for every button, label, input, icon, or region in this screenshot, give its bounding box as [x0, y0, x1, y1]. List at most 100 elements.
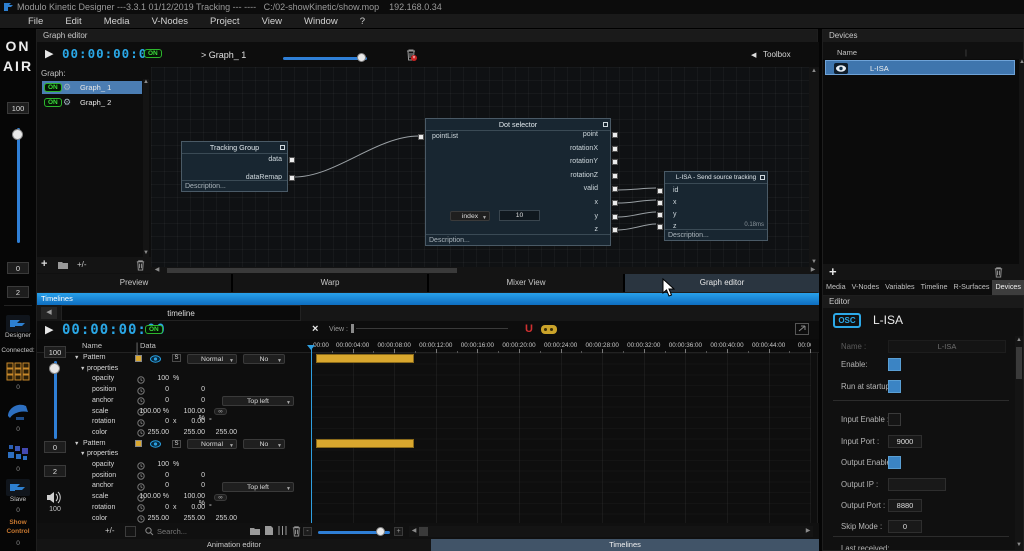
- graph-on-badge[interactable]: ON: [44, 98, 62, 107]
- output-port[interactable]: [612, 186, 618, 193]
- timeline-trash-icon[interactable]: [291, 525, 302, 537]
- visibility-eye-icon[interactable]: [834, 63, 848, 74]
- view-range-handle[interactable]: [351, 324, 354, 333]
- track-property-scale[interactable]: scale 100.00 % 100.00 % ∞: [73, 407, 311, 422]
- loop-toggle-icon[interactable]: [541, 325, 557, 334]
- track-value[interactable]: %: [173, 461, 179, 468]
- track-value[interactable]: 255.00: [177, 429, 205, 436]
- tab-devices[interactable]: Devices: [992, 280, 1024, 296]
- field-input[interactable]: 0: [888, 520, 922, 533]
- speaker-icon[interactable]: [46, 491, 62, 504]
- graph-list-item[interactable]: ON ⚙ Graph_ 1: [42, 81, 142, 94]
- tab-rsurfaces[interactable]: R-Surfaces: [951, 280, 993, 296]
- output-port[interactable]: [289, 157, 295, 163]
- tab-timeline[interactable]: Timeline: [918, 280, 951, 296]
- field-input[interactable]: L-ISA: [888, 340, 1006, 353]
- tab-mixer-view[interactable]: Mixer View: [429, 274, 623, 293]
- collapse-arrow-icon[interactable]: ▼: [80, 451, 85, 457]
- name-column-header[interactable]: Name: [837, 48, 857, 57]
- track-property-rotation[interactable]: rotation 0 x 0.00 °: [73, 417, 311, 428]
- node-canvas[interactable]: Tracking Group data dataRemap Descriptio…: [151, 67, 809, 267]
- close-icon[interactable]: ×: [312, 323, 318, 335]
- output-port[interactable]: [612, 145, 618, 152]
- show-control-label[interactable]: Show: [0, 519, 36, 526]
- editor-scrollbar[interactable]: ▲ ▼: [1015, 336, 1023, 550]
- timeline-clip[interactable]: [316, 439, 414, 449]
- master-fader-knob[interactable]: [12, 129, 23, 140]
- track-value[interactable]: 0: [177, 397, 205, 404]
- track-property-position[interactable]: position 0 0: [73, 385, 311, 396]
- menu-file[interactable]: File: [17, 16, 54, 27]
- track-value[interactable]: 100.00 %: [139, 408, 169, 415]
- blend-dropdown[interactable]: Normal ▼: [187, 439, 237, 450]
- zoom-in-button[interactable]: +: [394, 527, 403, 536]
- output-port[interactable]: [612, 132, 618, 138]
- track-pattern[interactable]: ▼ Pattern S Normal ▼ No ▼: [73, 353, 311, 364]
- link-scale-icon[interactable]: ∞: [214, 408, 227, 415]
- device-row-lisa[interactable]: L-ISA: [825, 60, 1015, 75]
- input-port[interactable]: [657, 224, 663, 230]
- track-plusminus-button[interactable]: +/-: [105, 526, 115, 535]
- output-port[interactable]: [289, 175, 295, 181]
- track-value[interactable]: 0: [177, 386, 205, 393]
- field-input[interactable]: [888, 478, 946, 491]
- track-value[interactable]: %: [173, 375, 179, 382]
- menu-[interactable]: ?: [349, 16, 376, 27]
- add-track-folder-icon[interactable]: [249, 526, 261, 536]
- track-property-anchor[interactable]: anchor 0 0 Top left ▼: [73, 481, 311, 492]
- solo-button[interactable]: S: [172, 439, 181, 448]
- search-input[interactable]: Search...: [157, 527, 187, 536]
- filter-checkbox[interactable]: [125, 526, 136, 537]
- plusminus-button[interactable]: +/-: [77, 260, 87, 269]
- track-value[interactable]: °: [209, 504, 212, 511]
- input-port[interactable]: [657, 188, 663, 194]
- track-value[interactable]: 0: [139, 386, 169, 393]
- collapse-arrow-icon[interactable]: ▼: [74, 355, 79, 361]
- node-enable-checkbox[interactable]: [603, 122, 608, 127]
- node-enable-checkbox[interactable]: [280, 145, 285, 150]
- menu-vnodes[interactable]: V-Nodes: [141, 16, 199, 27]
- devices-scrollbar[interactable]: ▲: [1019, 59, 1024, 264]
- expand-diagonal-icon[interactable]: [795, 323, 809, 335]
- timeline-hscrollbar[interactable]: ◀ ▶: [409, 526, 813, 537]
- volume-value[interactable]: 100: [37, 506, 73, 513]
- track-property-opacity[interactable]: opacity 100%: [73, 460, 311, 471]
- menu-edit[interactable]: Edit: [54, 16, 92, 27]
- show-control-label2[interactable]: Control: [0, 528, 36, 535]
- tab-vnodes[interactable]: V-Nodes: [849, 280, 883, 296]
- field-checkbox[interactable]: [888, 456, 901, 469]
- track-property-position[interactable]: position 0 0: [73, 471, 311, 482]
- add-folder-icon[interactable]: [57, 260, 69, 270]
- field-checkbox[interactable]: [888, 380, 901, 393]
- track-properties[interactable]: ▼ properties: [73, 449, 311, 460]
- color-swatch[interactable]: [135, 440, 142, 448]
- track-opacity-value[interactable]: 100: [44, 346, 66, 358]
- canvas-hscrollbar[interactable]: ◀ ▶: [151, 267, 819, 274]
- dd-dropdown[interactable]: Top left ▼: [222, 396, 294, 407]
- track-value[interactable]: 0: [177, 482, 205, 489]
- playhead-marker[interactable]: [307, 345, 315, 350]
- track-value[interactable]: 0: [139, 504, 169, 511]
- toolbox-label[interactable]: Toolbox: [763, 50, 791, 59]
- add-graph-button[interactable]: +: [41, 258, 47, 270]
- field-checkbox[interactable]: [888, 358, 901, 371]
- field-input[interactable]: 8880: [888, 499, 922, 512]
- track-value[interactable]: 0: [139, 482, 169, 489]
- track-value[interactable]: 100: [139, 375, 169, 382]
- add-clip-icon[interactable]: [264, 525, 274, 536]
- menu-window[interactable]: Window: [293, 16, 349, 27]
- color-swatch[interactable]: [135, 354, 142, 362]
- mode-dropdown[interactable]: No ▼: [243, 439, 285, 450]
- projector-icon[interactable]: [6, 400, 30, 424]
- zoom-out-button[interactable]: -: [303, 527, 312, 536]
- timeline-tab[interactable]: timeline: [61, 305, 301, 321]
- track-value[interactable]: 100.00 %: [139, 493, 169, 500]
- link-scale-icon[interactable]: ∞: [214, 493, 227, 501]
- canvas-vscrollbar[interactable]: ▲ ▼: [809, 67, 819, 267]
- track-pattern[interactable]: ▼ Pattern S Normal ▼ No ▼: [73, 439, 311, 450]
- collapse-arrow-icon[interactable]: ▼: [74, 441, 79, 447]
- graph-delete-button[interactable]: ×: [405, 48, 417, 66]
- graph-list-scrollbar[interactable]: ▲ ▼: [143, 79, 149, 257]
- timeline-content[interactable]: [311, 353, 812, 523]
- graph-zoom-knob[interactable]: [357, 53, 366, 62]
